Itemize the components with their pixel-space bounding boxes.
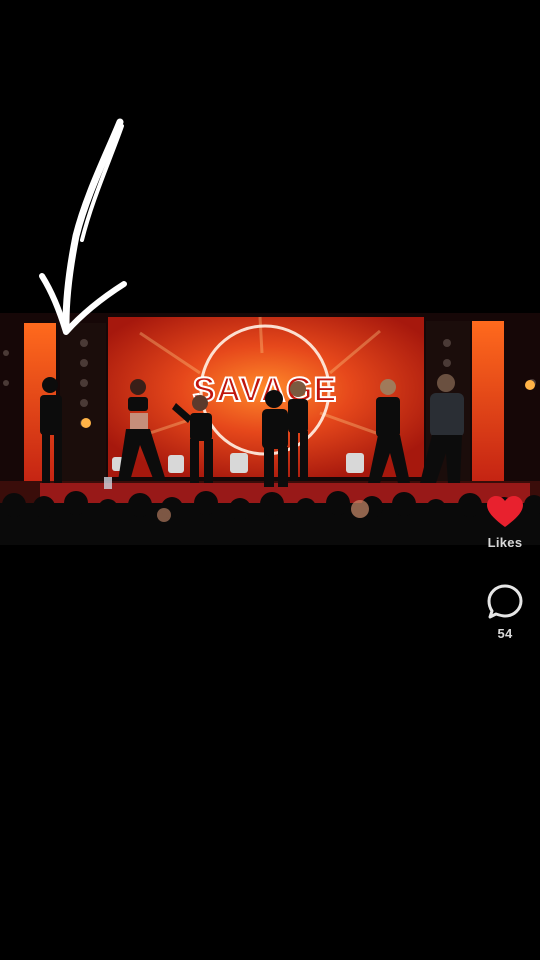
stage-sign: SAVAGE xyxy=(193,371,338,409)
video-player[interactable]: SAVAGE xyxy=(0,313,540,545)
comment-count: 54 xyxy=(497,626,513,641)
comment-button[interactable]: 54 xyxy=(487,584,523,641)
hand-drawn-arrow-icon xyxy=(39,118,127,335)
like-button[interactable]: Likes xyxy=(486,495,524,550)
heart-icon xyxy=(487,496,523,527)
comment-bubble-icon xyxy=(487,584,523,619)
side-panel-right xyxy=(472,321,504,481)
likes-label: Likes xyxy=(487,535,523,550)
side-actions: Likes 54 xyxy=(470,495,540,641)
video-frame: SAVAGE xyxy=(0,313,540,545)
